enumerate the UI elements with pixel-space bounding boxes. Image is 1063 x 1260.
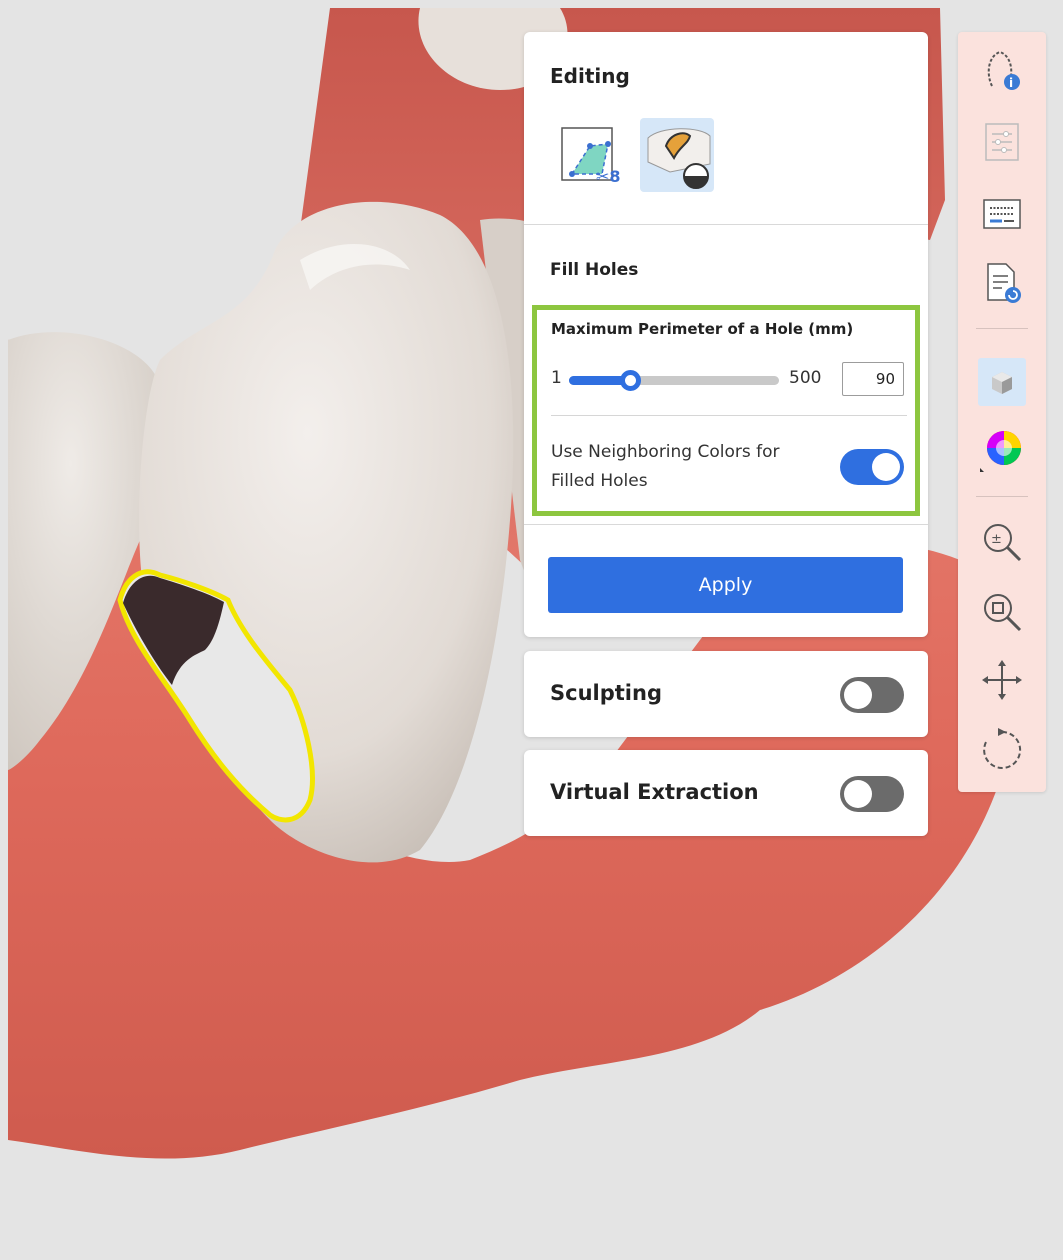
pan-icon xyxy=(982,660,1022,700)
zoom-fit-icon: ± xyxy=(984,524,1022,562)
perimeter-slider[interactable] xyxy=(569,370,779,391)
adjustments-icon xyxy=(985,123,1019,161)
report-button[interactable] xyxy=(978,258,1026,306)
keyboard-button[interactable] xyxy=(978,190,1026,238)
texture-cube-icon xyxy=(992,372,1012,394)
virtual-extraction-toggle[interactable] xyxy=(840,776,904,812)
toggle-knob xyxy=(872,453,900,481)
color-wheel-button[interactable] xyxy=(978,426,1026,474)
neighbor-colors-toggle[interactable] xyxy=(840,449,904,485)
zoom-area-icon xyxy=(984,594,1022,632)
color-wheel-icon xyxy=(980,431,1021,472)
slider-thumb[interactable] xyxy=(620,370,641,391)
svg-text:i: i xyxy=(1009,76,1013,90)
sculpting-label: Sculpting xyxy=(550,681,662,705)
svg-text:✂8: ✂8 xyxy=(596,167,621,186)
rotate-icon xyxy=(983,728,1022,769)
dental-arch-info-icon: i xyxy=(987,50,1020,90)
fill-holes-tool-icon xyxy=(647,128,711,189)
sculpting-panel: Sculpting xyxy=(524,651,928,737)
section-divider xyxy=(524,524,928,525)
texture-cube-button[interactable] xyxy=(978,358,1026,406)
virtual-extraction-panel: Virtual Extraction xyxy=(524,750,928,836)
toolbar-separator xyxy=(976,496,1028,497)
editing-title: Editing xyxy=(550,64,630,88)
section-divider xyxy=(524,224,928,225)
toggle-knob xyxy=(844,681,872,709)
trim-tool-button[interactable]: ✂8 xyxy=(550,118,624,192)
perimeter-value-input[interactable] xyxy=(842,362,904,396)
svg-text:±: ± xyxy=(991,532,1002,547)
pan-button[interactable] xyxy=(978,656,1026,704)
trim-tool-icon: ✂8 xyxy=(561,127,621,186)
toggle-knob xyxy=(844,780,872,808)
apply-button[interactable]: Apply xyxy=(548,557,903,613)
options-divider xyxy=(551,415,907,416)
toolbar-separator xyxy=(976,328,1028,329)
adjustments-button[interactable] xyxy=(978,118,1026,166)
virtual-extraction-label: Virtual Extraction xyxy=(550,780,759,804)
rotate-button[interactable] xyxy=(978,726,1026,774)
zoom-fit-button[interactable]: ± xyxy=(978,518,1026,566)
right-toolbar: i ± xyxy=(958,32,1046,792)
fill-holes-tool-button[interactable] xyxy=(640,118,714,192)
fill-holes-options-highlight: Maximum Perimeter of a Hole (mm) 1 500 U… xyxy=(532,305,920,516)
slider-min-label: 1 xyxy=(551,368,562,388)
dental-arch-info-button[interactable]: i xyxy=(978,46,1026,94)
zoom-area-button[interactable] xyxy=(978,588,1026,636)
neighbor-colors-label: Use Neighboring Colors for Filled Holes xyxy=(551,442,780,491)
max-perimeter-label: Maximum Perimeter of a Hole (mm) xyxy=(551,320,854,338)
keyboard-icon xyxy=(983,199,1021,229)
fill-holes-title: Fill Holes xyxy=(550,260,639,280)
sculpting-toggle[interactable] xyxy=(840,677,904,713)
editing-panel: Editing ✂8 Fill Holes Maximum Perimeter … xyxy=(524,32,928,637)
slider-max-label: 500 xyxy=(789,368,822,388)
report-icon xyxy=(987,263,1021,303)
